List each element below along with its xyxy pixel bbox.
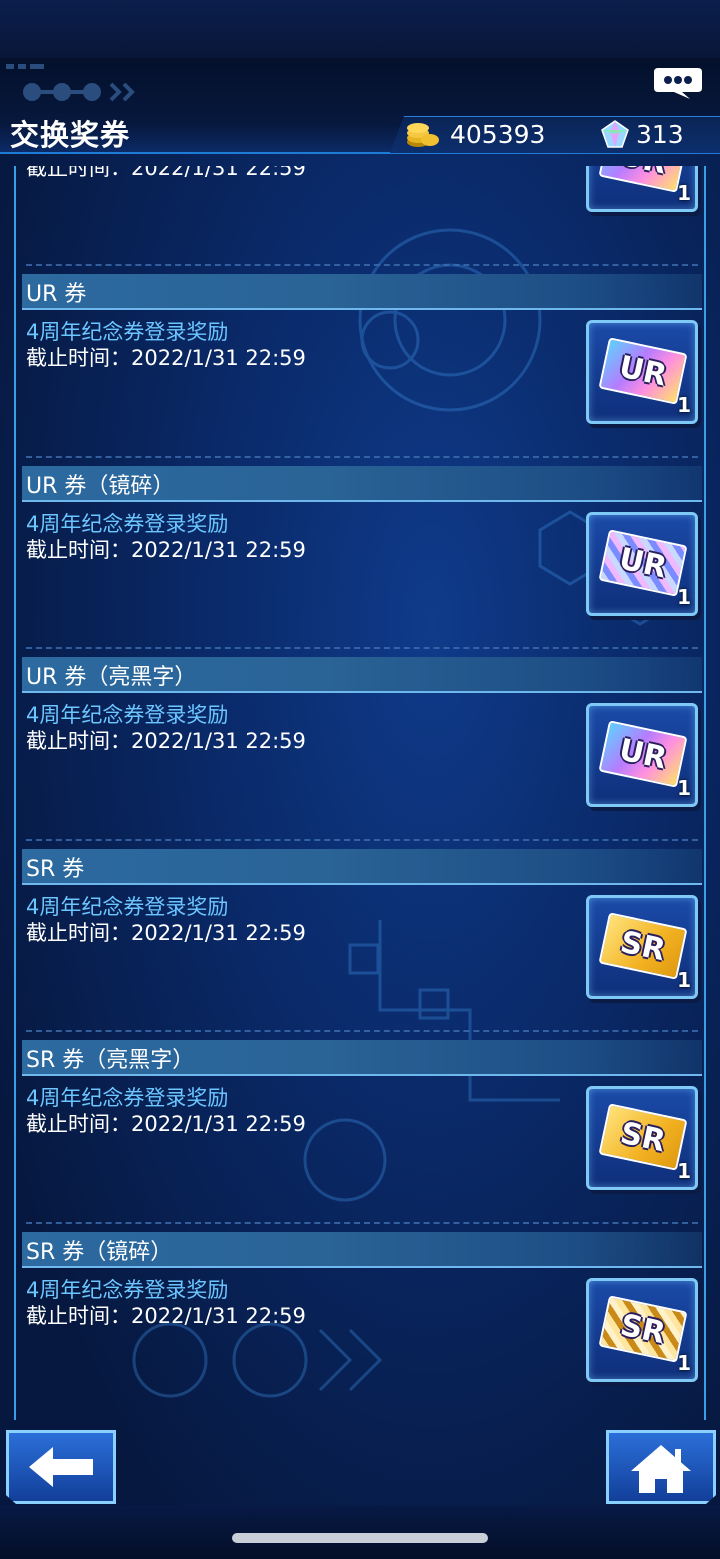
ur-ticket-icon: UR: [598, 166, 688, 193]
ticket-icon-button[interactable]: UR 1: [586, 320, 698, 424]
item-deadline: 截止时间：2022/1/31 22:59: [26, 1112, 306, 1136]
ticket-icon-button[interactable]: UR 1: [586, 166, 698, 212]
chat-button[interactable]: [652, 66, 704, 100]
ticket-icon-button[interactable]: SR 1: [586, 1278, 698, 1382]
item-deadline: 截止时间：2022/1/31 22:59: [26, 1304, 306, 1328]
status-strip: [0, 0, 720, 58]
item-title: UR 券（镜碎）: [26, 474, 175, 499]
bottom-band: [0, 1505, 720, 1559]
item-title: UR 券: [26, 282, 87, 307]
ticket-rarity: SR: [617, 924, 669, 968]
ticket-rarity: UR: [616, 731, 670, 777]
item-divider: [26, 264, 698, 266]
home-button[interactable]: [606, 1430, 716, 1504]
ticket-icon-button[interactable]: SR 1: [586, 1086, 698, 1190]
list-item: UR 券（亮黑字） 4周年纪念券登录奖励 截止时间：2022/1/31 22:5…: [22, 647, 702, 837]
item-deadline: 截止时间：2022/1/31 22:59: [26, 729, 306, 753]
item-header: UR 券（亮黑字）: [22, 657, 702, 693]
item-header: SR 券（镜碎）: [22, 1232, 702, 1268]
ticket-icon-button[interactable]: SR 1: [586, 895, 698, 999]
item-header: UR 券: [22, 274, 702, 310]
ticket-rarity: SR: [617, 1307, 669, 1351]
item-divider: [26, 1030, 698, 1032]
ur-ticket-icon: UR: [598, 720, 688, 788]
list-item: SR 券（亮黑字） 4周年纪念券登录奖励 截止时间：2022/1/31 22:5…: [22, 1030, 702, 1220]
item-divider: [26, 647, 698, 649]
item-title: UR 券（亮黑字）: [26, 665, 197, 690]
ticket-count: 1: [677, 585, 691, 609]
ticket-count: 1: [677, 968, 691, 992]
item-divider: [26, 1222, 698, 1224]
ticket-count: 1: [677, 181, 691, 205]
item-title: SR 券（镜碎）: [26, 1240, 173, 1265]
ticket-icon-button[interactable]: UR 1: [586, 512, 698, 616]
gold-coins-icon: [407, 123, 439, 147]
page-title: 交换奖券: [10, 118, 131, 152]
ticket-count: 1: [677, 1351, 691, 1375]
ticket-count: 1: [677, 776, 691, 800]
item-deadline: 截止时间：2022/1/31 22:59: [26, 346, 306, 370]
item-title: SR 券: [26, 857, 85, 882]
ticket-rarity: SR: [617, 1115, 669, 1159]
ticket-rarity: UR: [616, 166, 670, 181]
ticket-count: 1: [677, 393, 691, 417]
list-item: UR 券 4周年纪念券登录奖励 截止时间：2022/1/31 22:59 UR …: [22, 264, 702, 454]
item-deadline: 截止时间：2022/1/31 22:59: [26, 921, 306, 945]
item-header: SR 券: [22, 849, 702, 885]
arrow-left-icon: [29, 1447, 93, 1487]
header-decoration: [6, 64, 135, 102]
sr-ticket-icon: SR: [598, 912, 688, 980]
home-indicator[interactable]: [232, 1533, 488, 1543]
list-item: UR 券（镜碎） 4周年纪念券登录奖励 截止时间：2022/1/31 22:59…: [22, 456, 702, 646]
gold-amount: 405393: [450, 120, 546, 149]
ur-shattered-ticket-icon: UR: [598, 529, 688, 597]
list-item: SR 券 4周年纪念券登录奖励 截止时间：2022/1/31 22:59 SR …: [22, 839, 702, 1029]
ticket-icon-button[interactable]: UR 1: [586, 703, 698, 807]
ticket-rarity: UR: [616, 540, 670, 586]
home-icon: [631, 1445, 691, 1493]
sr-ticket-icon: SR: [598, 1103, 688, 1171]
gem-amount: 313: [636, 120, 684, 149]
item-deadline: 截止时间：2022/1/31 22:59: [26, 538, 306, 562]
sr-shattered-ticket-icon: SR: [598, 1295, 688, 1363]
item-divider: [26, 456, 698, 458]
item-divider: [26, 839, 698, 841]
item-title: SR 券（亮黑字）: [26, 1048, 195, 1073]
list-item: 截止时间：2022/1/31 22:59 UR 1: [22, 166, 702, 222]
item-header: UR 券（镜碎）: [22, 466, 702, 502]
list-item: SR 券（镜碎） 4周年纪念券登录奖励 截止时间：2022/1/31 22:59…: [22, 1222, 702, 1412]
item-deadline: 截止时间：2022/1/31 22:59: [26, 166, 306, 180]
back-button[interactable]: [6, 1430, 116, 1504]
ticket-count: 1: [677, 1159, 691, 1183]
ur-ticket-icon: UR: [598, 337, 688, 405]
chat-bubble-icon: [654, 68, 702, 99]
ticket-rarity: UR: [616, 348, 670, 394]
ticket-list[interactable]: 截止时间：2022/1/31 22:59 UR 1 UR 券 4周年纪念券登录奖…: [14, 166, 706, 1420]
item-header: SR 券（亮黑字）: [22, 1040, 702, 1076]
gem-icon: [601, 120, 629, 148]
